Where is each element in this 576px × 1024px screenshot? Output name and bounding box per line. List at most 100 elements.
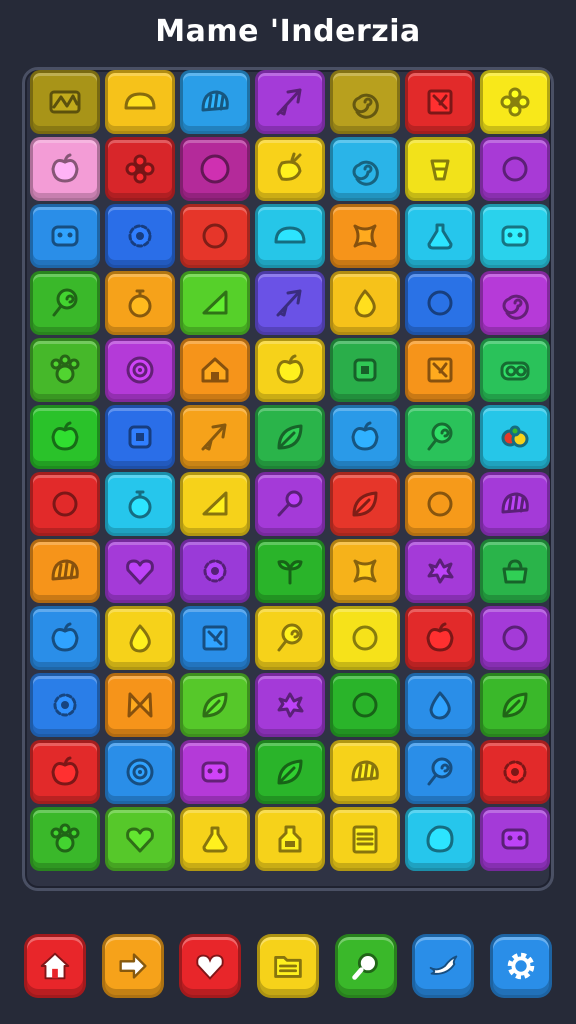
list-icon bbox=[345, 819, 385, 859]
tile-r11-c1[interactable] bbox=[30, 740, 100, 804]
next-button[interactable] bbox=[101, 934, 164, 998]
tile-r10-c7[interactable] bbox=[480, 673, 550, 737]
tile-r12-c2[interactable] bbox=[105, 807, 175, 871]
tile-r6-c3[interactable] bbox=[180, 405, 250, 469]
tile-r10-c5[interactable] bbox=[330, 673, 400, 737]
tile-r9-c3[interactable] bbox=[180, 606, 250, 670]
tile-r2-c5[interactable] bbox=[330, 137, 400, 201]
spiral-icon bbox=[495, 283, 535, 323]
gear-icon bbox=[495, 752, 535, 792]
tile-r10-c1[interactable] bbox=[30, 673, 100, 737]
tile-r9-c7[interactable] bbox=[480, 606, 550, 670]
tile-r7-c3[interactable] bbox=[180, 472, 250, 536]
tile-r8-c7[interactable] bbox=[480, 539, 550, 603]
tile-r8-c5[interactable] bbox=[330, 539, 400, 603]
tile-r5-c2[interactable] bbox=[105, 338, 175, 402]
tile-r9-c5[interactable] bbox=[330, 606, 400, 670]
heart-icon bbox=[120, 819, 160, 859]
tile-r1-c7[interactable] bbox=[480, 70, 550, 134]
potion-icon bbox=[420, 216, 460, 256]
tile-r3-c2[interactable] bbox=[105, 204, 175, 268]
tile-r9-c1[interactable] bbox=[30, 606, 100, 670]
tile-r3-c1[interactable] bbox=[30, 204, 100, 268]
settings-button[interactable] bbox=[489, 934, 552, 998]
game-title: Mame 'Inderzia bbox=[155, 14, 421, 49]
tile-r10-c4[interactable] bbox=[255, 673, 325, 737]
face-icon bbox=[495, 216, 535, 256]
face-icon bbox=[45, 216, 85, 256]
tile-r6-c6[interactable] bbox=[405, 405, 475, 469]
tile-r11-c2[interactable] bbox=[105, 740, 175, 804]
tile-r6-c4[interactable] bbox=[255, 405, 325, 469]
tile-r4-c7[interactable] bbox=[480, 271, 550, 335]
tile-r6-c1[interactable] bbox=[30, 405, 100, 469]
tile-r4-c1[interactable] bbox=[30, 271, 100, 335]
tile-r11-c4[interactable] bbox=[255, 740, 325, 804]
tile-r2-c7[interactable] bbox=[480, 137, 550, 201]
tile-r6-c7[interactable] bbox=[480, 405, 550, 469]
tile-r5-c3[interactable] bbox=[180, 338, 250, 402]
tile-r6-c5[interactable] bbox=[330, 405, 400, 469]
tile-r6-c2[interactable] bbox=[105, 405, 175, 469]
tile-r12-c5[interactable] bbox=[330, 807, 400, 871]
tile-r12-c7[interactable] bbox=[480, 807, 550, 871]
tile-r7-c2[interactable] bbox=[105, 472, 175, 536]
tile-r3-c4[interactable] bbox=[255, 204, 325, 268]
tile-r7-c5[interactable] bbox=[330, 472, 400, 536]
tile-r1-c4[interactable] bbox=[255, 70, 325, 134]
tile-r2-c6[interactable] bbox=[405, 137, 475, 201]
tile-r5-c6[interactable] bbox=[405, 338, 475, 402]
tile-r4-c2[interactable] bbox=[105, 271, 175, 335]
tile-r12-c3[interactable] bbox=[180, 807, 250, 871]
tile-r4-c6[interactable] bbox=[405, 271, 475, 335]
tile-r11-c6[interactable] bbox=[405, 740, 475, 804]
favorite-button[interactable] bbox=[179, 934, 242, 998]
tile-r2-c1[interactable] bbox=[30, 137, 100, 201]
social-button[interactable] bbox=[412, 934, 475, 998]
tile-r10-c2[interactable] bbox=[105, 673, 175, 737]
tile-r2-c4[interactable] bbox=[255, 137, 325, 201]
tile-r7-c6[interactable] bbox=[405, 472, 475, 536]
tile-r12-c1[interactable] bbox=[30, 807, 100, 871]
tile-r10-c6[interactable] bbox=[405, 673, 475, 737]
tile-r1-c2[interactable] bbox=[105, 70, 175, 134]
tile-r9-c2[interactable] bbox=[105, 606, 175, 670]
tile-r7-c7[interactable] bbox=[480, 472, 550, 536]
tile-r4-c4[interactable] bbox=[255, 271, 325, 335]
tile-r11-c3[interactable] bbox=[180, 740, 250, 804]
tile-r1-c5[interactable] bbox=[330, 70, 400, 134]
search-button[interactable] bbox=[334, 934, 397, 998]
tile-r5-c7[interactable] bbox=[480, 338, 550, 402]
tile-r3-c5[interactable] bbox=[330, 204, 400, 268]
home-button[interactable] bbox=[24, 934, 86, 998]
tile-r7-c4[interactable] bbox=[255, 472, 325, 536]
tile-r5-c1[interactable] bbox=[30, 338, 100, 402]
tile-r1-c1[interactable] bbox=[30, 70, 100, 134]
tile-r8-c3[interactable] bbox=[180, 539, 250, 603]
tile-r10-c3[interactable] bbox=[180, 673, 250, 737]
tile-r4-c3[interactable] bbox=[180, 271, 250, 335]
sprout-icon bbox=[270, 551, 310, 591]
tile-r8-c6[interactable] bbox=[405, 539, 475, 603]
tile-r5-c4[interactable] bbox=[255, 338, 325, 402]
tile-r4-c5[interactable] bbox=[330, 271, 400, 335]
tile-r8-c2[interactable] bbox=[105, 539, 175, 603]
tile-r3-c3[interactable] bbox=[180, 204, 250, 268]
tile-r11-c7[interactable] bbox=[480, 740, 550, 804]
tile-r11-c5[interactable] bbox=[330, 740, 400, 804]
files-button[interactable] bbox=[256, 934, 319, 998]
tile-r8-c1[interactable] bbox=[30, 539, 100, 603]
tile-r7-c1[interactable] bbox=[30, 472, 100, 536]
tile-r2-c2[interactable] bbox=[105, 137, 175, 201]
tile-r2-c3[interactable] bbox=[180, 137, 250, 201]
tile-r3-c6[interactable] bbox=[405, 204, 475, 268]
tile-r1-c6[interactable] bbox=[405, 70, 475, 134]
tile-r12-c4[interactable] bbox=[255, 807, 325, 871]
tile-r9-c6[interactable] bbox=[405, 606, 475, 670]
tile-r8-c4[interactable] bbox=[255, 539, 325, 603]
tile-r5-c5[interactable] bbox=[330, 338, 400, 402]
tile-r12-c6[interactable] bbox=[405, 807, 475, 871]
tile-r9-c4[interactable] bbox=[255, 606, 325, 670]
tile-r3-c7[interactable] bbox=[480, 204, 550, 268]
tile-r1-c3[interactable] bbox=[180, 70, 250, 134]
